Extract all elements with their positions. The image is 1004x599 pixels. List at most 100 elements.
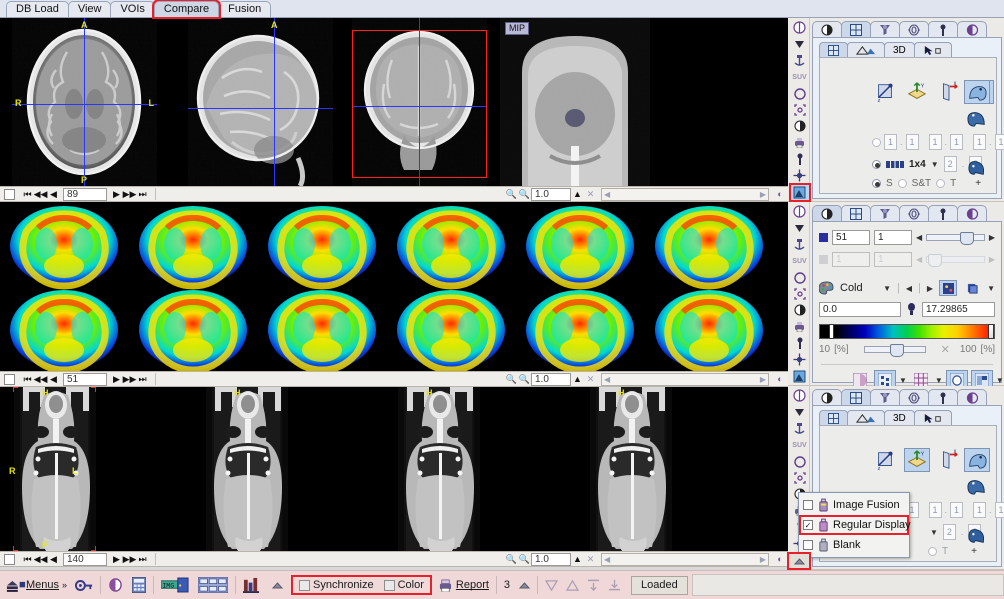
registration-icon[interactable] — [791, 352, 809, 367]
size-field-1f[interactable]: 1 — [994, 502, 1004, 518]
crop-icon[interactable] — [791, 286, 809, 301]
ct-next-fast-button[interactable]: ▶▶ — [123, 553, 137, 566]
synchronize-checkbox-row[interactable]: Synchronize — [299, 579, 374, 591]
size-field-1a[interactable]: 1 — [884, 134, 897, 150]
sub-tab-cursor[interactable] — [913, 410, 952, 426]
tab-vois[interactable]: VOIs — [110, 1, 155, 17]
printer-icon[interactable] — [791, 135, 809, 150]
panel-collapse-arrow-icon[interactable] — [789, 554, 809, 568]
layout-field-a[interactable]: 2 — [943, 156, 957, 172]
window-high-input[interactable]: 1 — [874, 230, 912, 245]
panel-tab-fusion[interactable] — [870, 21, 900, 38]
tab-fusion[interactable]: Fusion — [218, 1, 272, 17]
menu-checkbox[interactable] — [803, 540, 813, 550]
panel-tab-layout[interactable] — [841, 205, 871, 222]
panel-tab-kinetics[interactable] — [899, 205, 929, 222]
palette-prev-button[interactable]: ◀ — [906, 284, 912, 293]
window-left-arrow[interactable]: ◀ — [916, 233, 922, 242]
crop-icon[interactable] — [791, 102, 809, 117]
calculator-icon[interactable] — [132, 577, 147, 593]
circle-vol-icon[interactable] — [791, 86, 809, 101]
palette-next-button[interactable]: ▶ — [927, 284, 933, 293]
size-field-1d[interactable]: 1 — [950, 134, 964, 150]
pet-next-button[interactable]: ▶ — [110, 373, 123, 386]
mri-contrast-icon[interactable]: ◐ — [772, 188, 788, 201]
pet-zoom-menu-icon[interactable]: ▲ — [571, 373, 584, 386]
palette-dropdown-icon[interactable]: ▼ — [883, 284, 891, 293]
layout-field-a[interactable]: 2 — [942, 524, 956, 540]
size-field-1f[interactable]: 1 — [994, 134, 1004, 150]
circle-vol-icon[interactable] — [791, 270, 809, 285]
mri-zoom-out-icon[interactable]: 🔍 — [518, 188, 531, 201]
align-bottom-icon[interactable] — [608, 579, 621, 591]
mri-next-fast-button[interactable]: ▶▶ — [123, 188, 137, 201]
size-field-1e[interactable]: 1 — [973, 502, 987, 518]
mri-zoom-input[interactable]: 1.0 — [531, 187, 571, 201]
contrast-icon[interactable] — [791, 119, 809, 134]
size-row-2-radio[interactable] — [872, 159, 881, 169]
orientation-radio-t[interactable] — [936, 179, 946, 188]
colorbar-low-handle[interactable] — [828, 324, 834, 339]
ct-next-button[interactable]: ▶ — [110, 553, 123, 566]
window-right-arrow-2[interactable]: ▶ — [989, 255, 995, 264]
colorbar[interactable] — [819, 324, 995, 339]
transverse-icon[interactable]: z — [872, 80, 898, 104]
menus-button[interactable]: Menus» — [26, 579, 67, 591]
mri-last-slice-button[interactable]: ⏭ — [136, 188, 149, 201]
pet-zoom-out-icon[interactable]: 🔍 — [518, 373, 531, 386]
coronal-icon[interactable]: Y — [904, 448, 930, 472]
export-icon[interactable]: IMG — [161, 577, 189, 593]
orientation-radio-st[interactable] — [897, 179, 907, 188]
panel-tab-kinetics[interactable] — [899, 389, 929, 406]
mri-image-area[interactable]: A R L P A MIP — [0, 18, 788, 186]
mri-horizontal-scrollbar[interactable]: ◀ ▶ — [601, 187, 769, 201]
pet-first-slice-button[interactable]: ⏮ — [21, 373, 34, 386]
collapse-up-icon[interactable] — [272, 581, 284, 589]
menu-checkbox[interactable]: ✓ — [803, 520, 813, 530]
clock-icon[interactable] — [791, 204, 809, 219]
pet-contrast-icon[interactable]: ◐ — [772, 373, 788, 386]
threshold-lamp-icon[interactable] — [906, 303, 917, 316]
panel-tab-fusion[interactable] — [870, 205, 900, 222]
window-high-input-2[interactable]: 1 — [874, 252, 912, 267]
threshold-slider[interactable] — [863, 344, 926, 357]
ct-prev-button[interactable]: ◀ — [47, 553, 60, 566]
layers-icon[interactable] — [6, 578, 26, 593]
funnel-icon[interactable] — [791, 404, 809, 419]
head-profile-icon[interactable] — [964, 524, 990, 548]
ct-first-slice-button[interactable]: ⏮ — [21, 553, 34, 566]
mri-zoom-in-icon[interactable]: 🔍 — [505, 188, 518, 201]
orientation-radio-t[interactable] — [928, 547, 937, 556]
size-field-1c[interactable]: 1 — [928, 502, 942, 518]
head-left-icon[interactable] — [964, 80, 990, 104]
contrast-icon[interactable] — [791, 303, 809, 318]
head-profile-icon[interactable] — [964, 156, 990, 180]
sagittal-icon[interactable]: x — [936, 448, 962, 472]
layout-dropdown-icon[interactable]: ▼ — [930, 528, 938, 537]
probe-icon[interactable] — [791, 336, 809, 351]
add-layout-button[interactable]: + — [975, 178, 981, 189]
halfmoon-icon[interactable] — [108, 578, 123, 592]
pet-zoom-in-icon[interactable]: 🔍 — [505, 373, 518, 386]
add-layout-button[interactable]: + — [971, 546, 977, 557]
pet-prev-fast-button[interactable]: ◀◀ — [34, 373, 48, 386]
pet-prev-button[interactable]: ◀ — [47, 373, 60, 386]
menu-item-regular-display[interactable]: ✓ Regular Display — [799, 515, 911, 535]
threshold-clear-icon[interactable]: ✕ — [941, 343, 950, 356]
dots-dropdown-icon[interactable]: ▼ — [899, 376, 907, 385]
mri-next-button[interactable]: ▶ — [110, 188, 123, 201]
report-button[interactable]: Report — [438, 579, 489, 592]
tab-view[interactable]: View — [67, 1, 112, 17]
mri-prev-fast-button[interactable]: ◀◀ — [34, 188, 48, 201]
panel-tab-fusion[interactable] — [870, 389, 900, 406]
registration-icon[interactable] — [791, 168, 809, 183]
anchor-icon[interactable] — [791, 53, 809, 68]
funnel-icon[interactable] — [791, 36, 809, 51]
mri-prev-button[interactable]: ◀ — [47, 188, 60, 201]
window-left-arrow-2[interactable]: ◀ — [916, 255, 922, 264]
status-button[interactable]: Loaded — [631, 575, 688, 595]
panel-tab-contrast[interactable] — [812, 205, 842, 222]
pet-last-slice-button[interactable]: ⏭ — [136, 373, 149, 386]
mri-coronal-cell[interactable] — [352, 18, 487, 186]
palette-edit-icon[interactable] — [939, 280, 958, 296]
